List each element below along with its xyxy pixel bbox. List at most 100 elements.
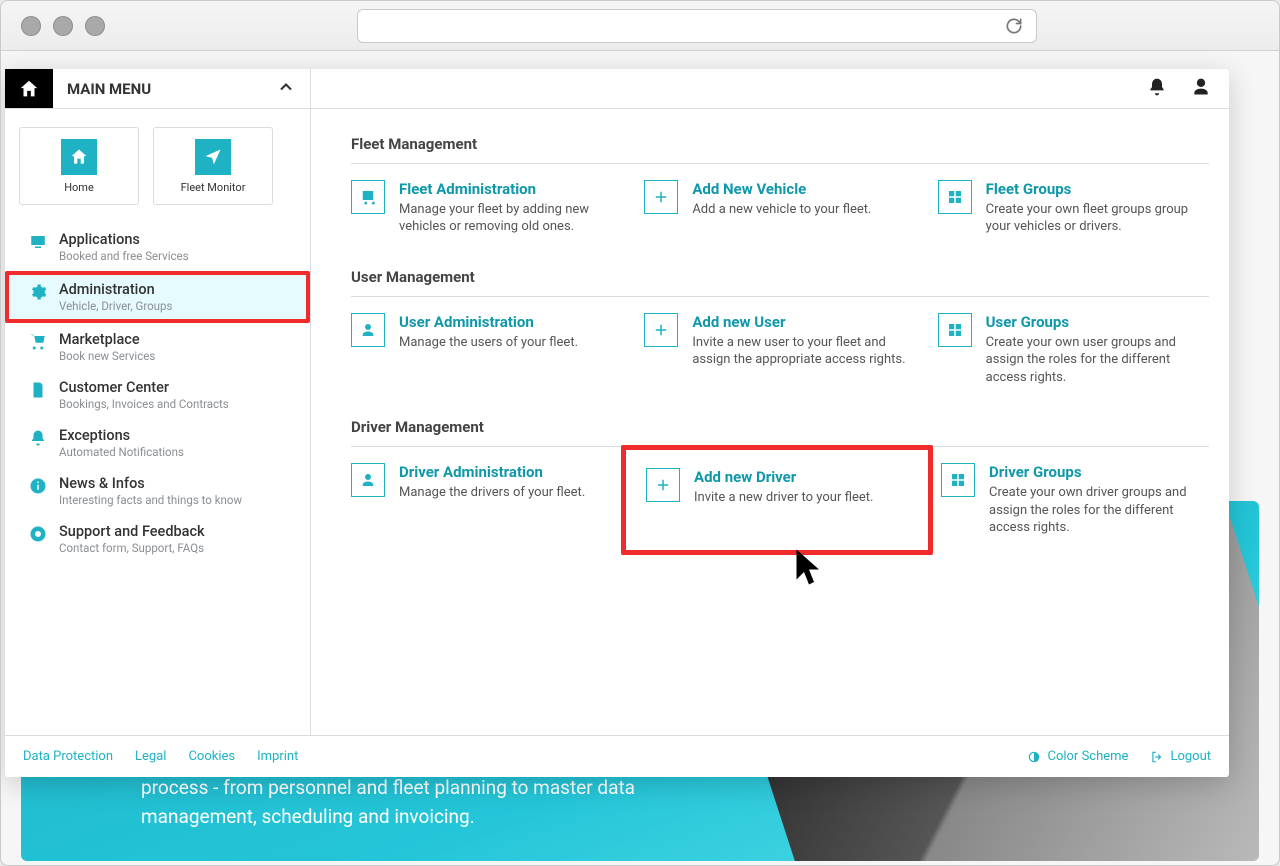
footer-link-imprint[interactable]: Imprint: [257, 749, 298, 764]
gear-icon: [29, 283, 47, 305]
card-desc: Create your own fleet groups group your …: [986, 201, 1209, 236]
menu-title-toggle[interactable]: MAIN MENU: [53, 69, 311, 108]
sidebar-item-support[interactable]: Support and Feedback Contact form, Suppo…: [5, 515, 310, 563]
mac-window: supporter. It accompanies you throughout…: [0, 0, 1280, 866]
grid-icon: [938, 313, 972, 347]
bus-icon: [351, 180, 385, 214]
sidebar-item-label: Support and Feedback: [59, 523, 205, 540]
sidebar-item-news[interactable]: News & Infos Interesting facts and thing…: [5, 467, 310, 515]
quick-link-home[interactable]: Home: [19, 127, 139, 205]
quick-link-fleet-monitor[interactable]: Fleet Monitor: [153, 127, 273, 205]
sidebar-item-applications[interactable]: Applications Booked and free Services: [5, 223, 310, 271]
cart-icon: [29, 333, 47, 355]
card-title: Add new Driver: [694, 468, 873, 487]
sidebar-item-label: Marketplace: [59, 331, 155, 348]
info-icon: [29, 477, 47, 499]
card-desc: Invite a new driver to your fleet.: [694, 489, 873, 507]
sidebar-item-label: Customer Center: [59, 379, 229, 396]
url-bar[interactable]: [357, 9, 1037, 43]
card-desc: Manage the users of your fleet.: [399, 334, 578, 352]
card-title: User Groups: [986, 313, 1209, 332]
footer-link-data-protection[interactable]: Data Protection: [23, 749, 113, 764]
footer: Data Protection Legal Cookies Imprint Co…: [5, 735, 1229, 777]
card-desc: Create your own driver groups and assign…: [989, 484, 1209, 537]
card-title: Driver Administration: [399, 463, 585, 482]
card-add-new-user[interactable]: Add new User Invite a new user to your f…: [644, 313, 915, 386]
sidebar-item-sublabel: Automated Notifications: [59, 445, 184, 459]
card-fleet-groups[interactable]: Fleet Groups Create your own fleet group…: [938, 180, 1209, 236]
sidebar-list: Applications Booked and free Services Ad…: [5, 223, 310, 563]
card-fleet-administration[interactable]: Fleet Administration Manage your fleet b…: [351, 180, 622, 236]
chevron-up-icon: [276, 77, 296, 101]
card-title: Add new User: [692, 313, 915, 332]
footer-logout-label: Logout: [1170, 749, 1211, 764]
footer-color-scheme[interactable]: Color Scheme: [1027, 749, 1128, 764]
notifications-icon[interactable]: [1147, 77, 1167, 101]
sidebar-item-customer-center[interactable]: Customer Center Bookings, Invoices and C…: [5, 371, 310, 419]
card-title: Fleet Administration: [399, 180, 622, 199]
card-driver-groups[interactable]: Driver Groups Create your own driver gro…: [941, 463, 1209, 536]
document-icon: [29, 381, 47, 403]
card-desc: Add a new vehicle to your fleet.: [692, 201, 871, 219]
maximize-window-icon[interactable]: [85, 16, 105, 36]
home-icon: [61, 139, 97, 175]
card-add-new-driver[interactable]: Add new Driver Invite a new driver to yo…: [621, 445, 933, 554]
bell-icon: [29, 429, 47, 451]
sidebar-item-sublabel: Interesting facts and things to know: [59, 493, 242, 507]
card-title: Add New Vehicle: [692, 180, 871, 199]
traffic-lights: [21, 16, 105, 36]
half-circle-icon: [1027, 750, 1041, 764]
sidebar-item-sublabel: Bookings, Invoices and Contracts: [59, 397, 229, 411]
sidebar-item-exceptions[interactable]: Exceptions Automated Notifications: [5, 419, 310, 467]
card-user-groups[interactable]: User Groups Create your own user groups …: [938, 313, 1209, 386]
card-add-new-vehicle[interactable]: Add New Vehicle Add a new vehicle to you…: [644, 180, 915, 236]
card-user-administration[interactable]: User Administration Manage the users of …: [351, 313, 622, 386]
grid-icon: [941, 463, 975, 497]
sidebar-item-administration[interactable]: Administration Vehicle, Driver, Groups: [5, 271, 310, 323]
logout-icon: [1150, 750, 1164, 764]
topbar: MAIN MENU: [5, 69, 1229, 109]
plus-icon: [644, 180, 678, 214]
sidebar-item-label: Applications: [59, 231, 189, 248]
sidebar-item-label: News & Infos: [59, 475, 242, 492]
footer-link-cookies[interactable]: Cookies: [188, 749, 235, 764]
sidebar-item-label: Administration: [59, 281, 172, 298]
plus-icon: [646, 468, 680, 502]
footer-logout[interactable]: Logout: [1150, 749, 1211, 764]
user-profile-icon[interactable]: [1191, 77, 1211, 101]
card-desc: Invite a new user to your fleet and assi…: [692, 334, 915, 369]
footer-link-legal[interactable]: Legal: [135, 749, 166, 764]
user-icon: [351, 313, 385, 347]
card-desc: Manage the drivers of your fleet.: [399, 484, 585, 502]
close-window-icon[interactable]: [21, 16, 41, 36]
section-heading-user: User Management: [351, 262, 1209, 297]
home-icon-button[interactable]: [5, 69, 53, 108]
card-title: Fleet Groups: [986, 180, 1209, 199]
support-icon: [29, 525, 47, 547]
sidebar-item-marketplace[interactable]: Marketplace Book new Services: [5, 323, 310, 371]
quick-link-label: Home: [64, 181, 94, 194]
minimize-window-icon[interactable]: [53, 16, 73, 36]
sidebar-item-sublabel: Book new Services: [59, 349, 155, 363]
card-driver-administration[interactable]: Driver Administration Manage the drivers…: [351, 463, 619, 536]
driver-icon: [351, 463, 385, 497]
sidebar: Home Fleet Monitor Applications Booked a…: [5, 109, 311, 735]
sidebar-item-sublabel: Booked and free Services: [59, 249, 189, 263]
quick-link-label: Fleet Monitor: [181, 181, 246, 194]
card-desc: Manage your fleet by adding new vehicles…: [399, 201, 622, 236]
grid-icon: [938, 180, 972, 214]
section-heading-fleet: Fleet Management: [351, 129, 1209, 164]
section-heading-driver: Driver Management: [351, 412, 1209, 447]
sidebar-item-label: Exceptions: [59, 427, 184, 444]
reload-icon[interactable]: [1004, 16, 1024, 36]
sidebar-item-sublabel: Vehicle, Driver, Groups: [59, 299, 172, 313]
mac-titlebar: [1, 1, 1279, 51]
menu-title-label: MAIN MENU: [67, 80, 151, 98]
content-area: Fleet Management Fleet Administration Ma…: [311, 109, 1229, 735]
card-desc: Create your own user groups and assign t…: [986, 334, 1209, 387]
monitor-icon: [29, 233, 47, 255]
plus-icon: [644, 313, 678, 347]
location-arrow-icon: [195, 139, 231, 175]
card-title: Driver Groups: [989, 463, 1209, 482]
main-menu-overlay: MAIN MENU Home: [5, 69, 1229, 777]
